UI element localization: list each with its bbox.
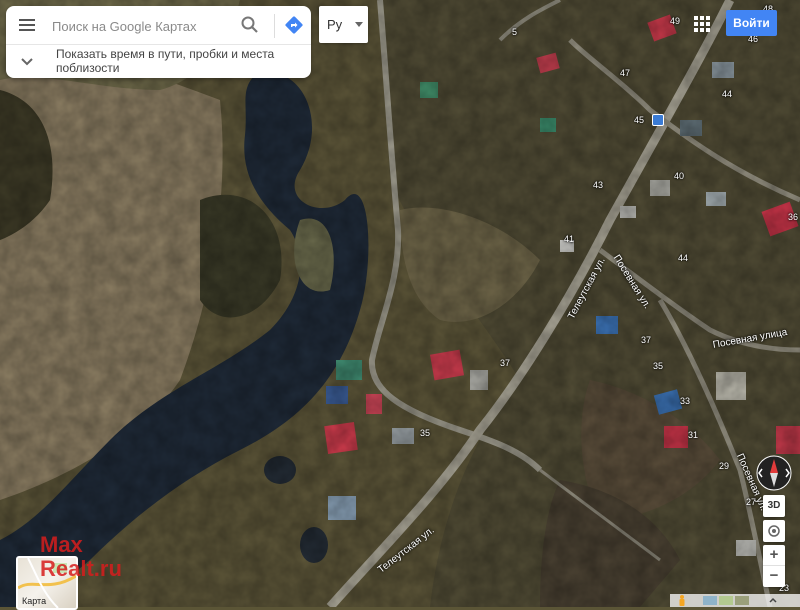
zoom-out-button[interactable]: −	[763, 566, 785, 586]
house-number: 43	[593, 180, 604, 190]
house-number: 45	[634, 115, 645, 125]
watermark: Max Realt.ru	[40, 533, 122, 581]
house-number: 49	[670, 16, 681, 26]
sign-in-button[interactable]: Войти	[726, 10, 777, 36]
tilt-3d-button[interactable]: 3D	[763, 495, 785, 517]
directions-icon[interactable]	[284, 15, 304, 35]
my-location-button[interactable]	[763, 520, 785, 542]
watermark-line2: Realt.ru	[40, 556, 122, 581]
apps-grid-icon[interactable]	[694, 16, 710, 32]
menu-icon[interactable]	[16, 14, 38, 36]
zoom-control: + −	[763, 545, 785, 587]
imagery-thumbnail[interactable]	[719, 596, 733, 605]
house-number: 41	[564, 234, 575, 244]
house-number: 35	[420, 428, 431, 438]
search-icon[interactable]	[240, 15, 260, 35]
my-location-icon	[768, 525, 780, 537]
watermark-line1: Max	[40, 532, 83, 557]
nearby-info-text: Показать время в пути, пробки и места по…	[56, 47, 275, 75]
house-number: 37	[641, 335, 652, 345]
house-number: 44	[678, 253, 689, 263]
house-number: 44	[722, 89, 733, 99]
house-number: 37	[500, 358, 511, 368]
layer-switcher-label: Карта	[22, 596, 47, 606]
caret-down-icon	[355, 22, 363, 27]
house-number: 29	[719, 461, 730, 471]
house-number: 5	[512, 27, 518, 37]
zoom-in-button[interactable]: +	[763, 545, 785, 566]
satellite-map[interactable]	[0, 0, 800, 607]
house-number: 36	[788, 212, 799, 222]
nearby-info-toggle[interactable]: Показать время в пути, пробки и места по…	[6, 45, 311, 78]
language-selected: Ру	[327, 17, 343, 32]
imagery-thumbnail[interactable]	[703, 596, 717, 605]
pegman-icon[interactable]	[678, 595, 686, 606]
house-number: 31	[688, 430, 699, 440]
search-panel: Показать время в пути, пробки и места по…	[6, 6, 311, 78]
house-number: 40	[674, 171, 685, 181]
divider	[274, 14, 275, 38]
imagery-thumbnail[interactable]	[735, 596, 749, 605]
bus-stop-icon[interactable]	[652, 114, 664, 126]
house-number: 47	[620, 68, 631, 78]
language-select[interactable]: Ру	[319, 6, 368, 43]
house-number: 35	[653, 361, 664, 371]
chevron-down-icon	[21, 58, 33, 66]
expand-icon[interactable]	[768, 596, 778, 606]
search-box	[6, 6, 311, 45]
compass-icon[interactable]	[756, 455, 792, 491]
search-input[interactable]	[50, 14, 234, 38]
house-number: 33	[680, 396, 691, 406]
